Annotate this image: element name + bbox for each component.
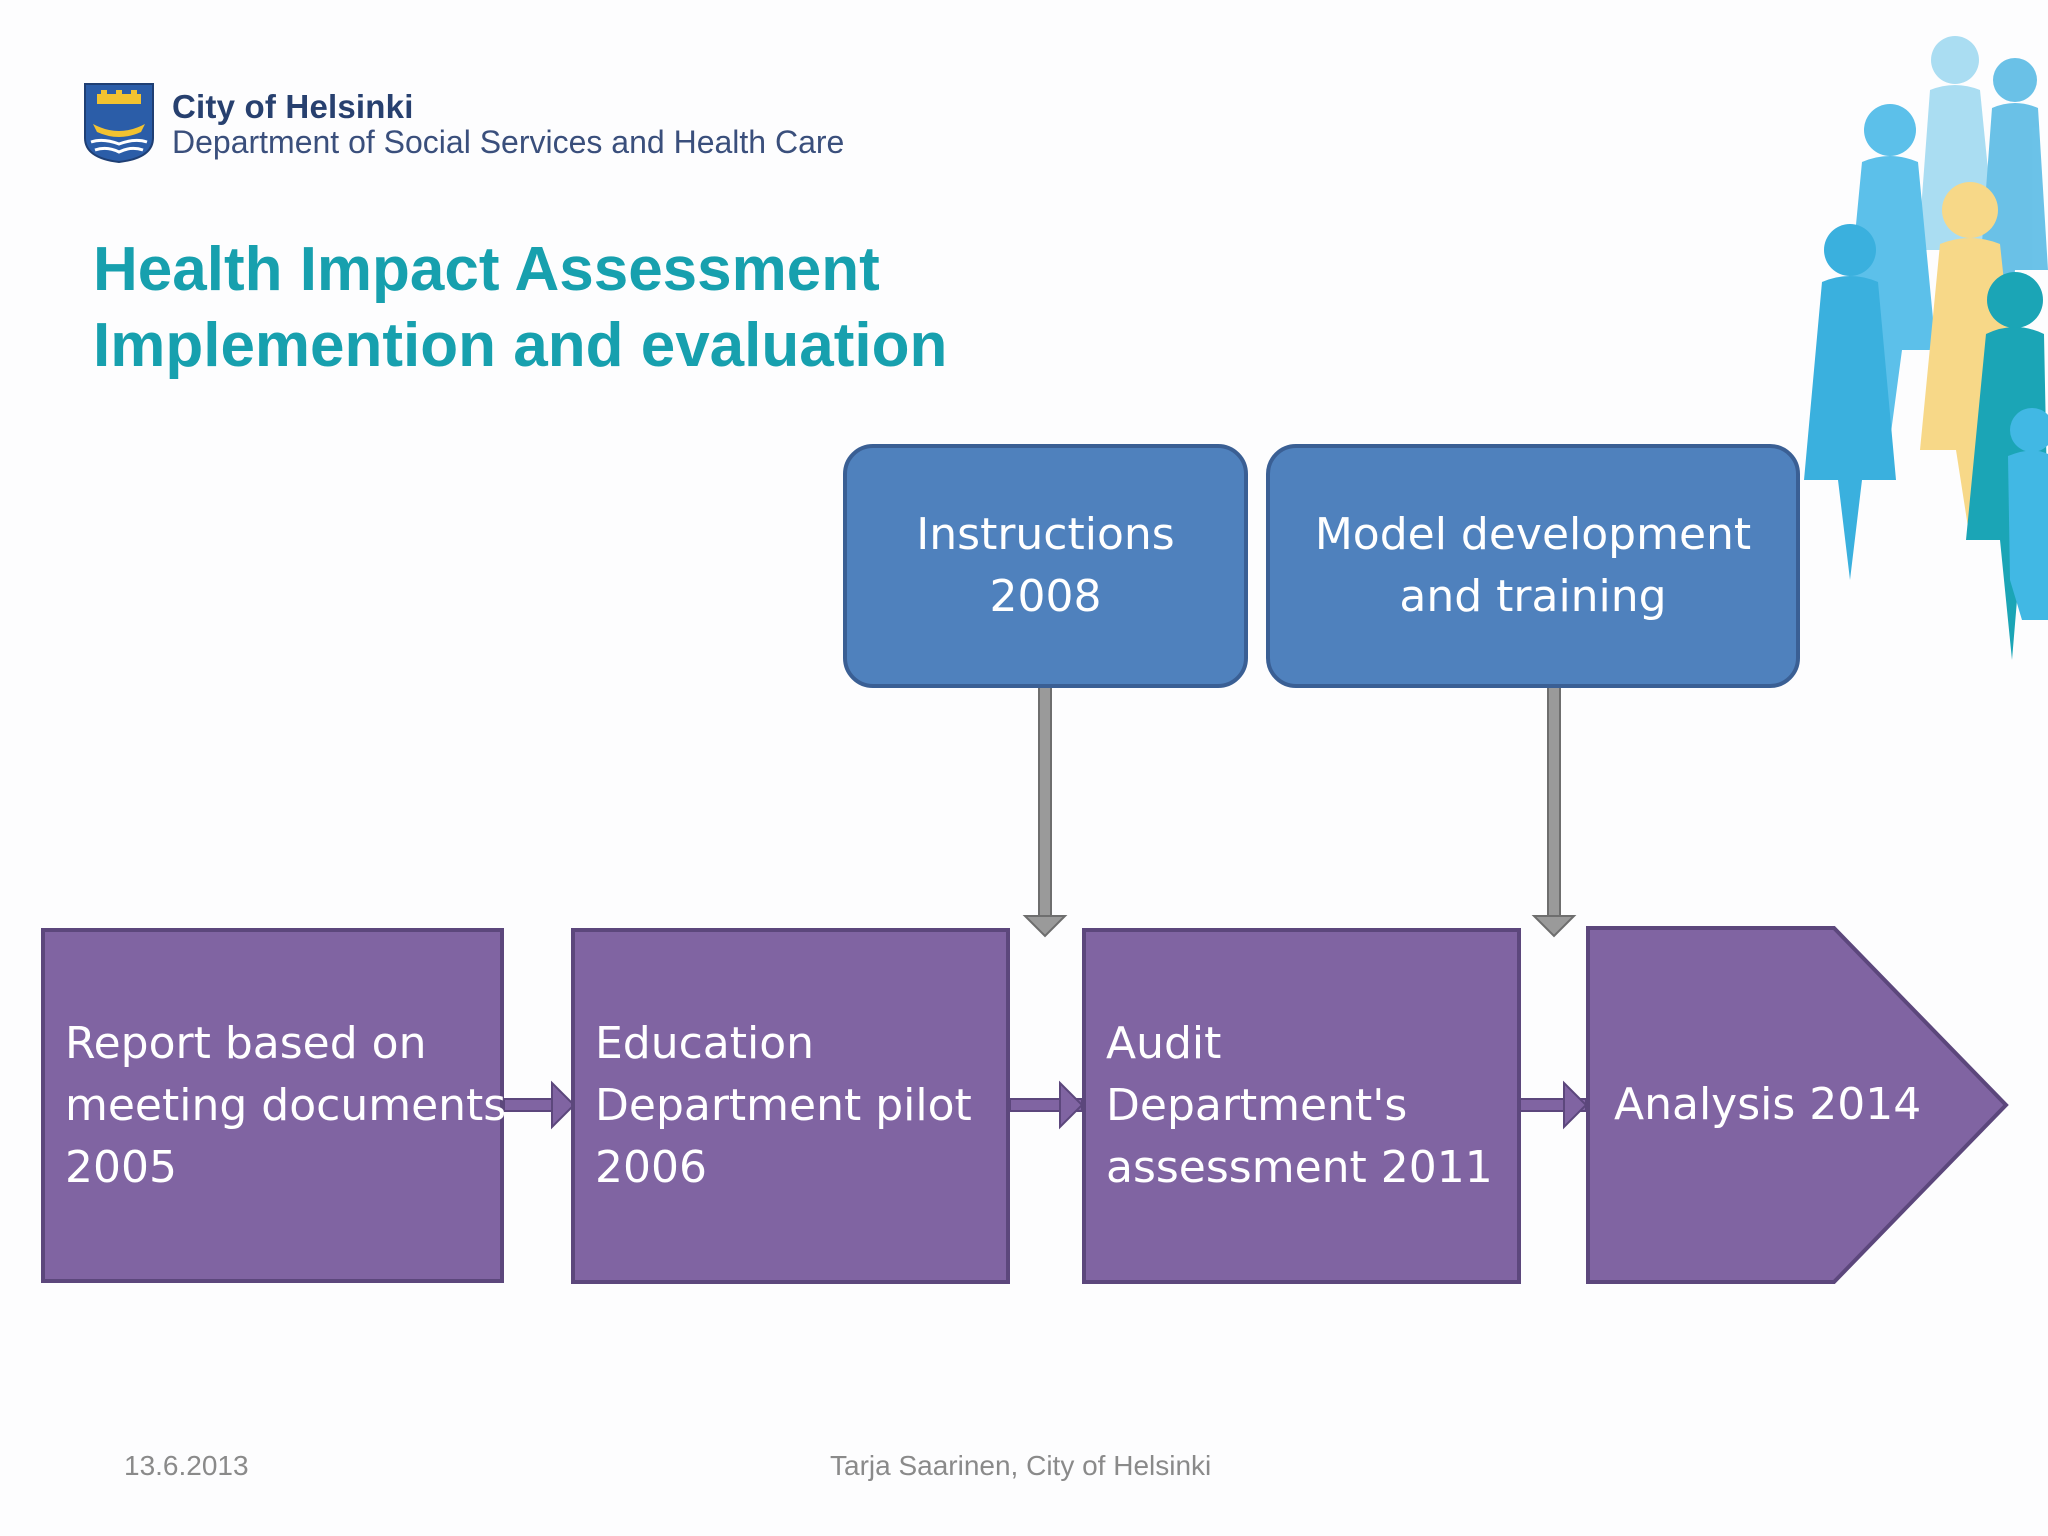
flow-arrow-3 [1519, 1080, 1588, 1130]
input-box-line: and training [1399, 571, 1667, 622]
process-step-line: Department pilot [595, 1080, 972, 1131]
input-box-line: Instructions [916, 509, 1175, 560]
process-step-line: 2005 [65, 1141, 177, 1193]
slide: City of Helsinki Department of Social Se… [0, 0, 2048, 1536]
process-step-education-pilot: Education Department pilot 2006 [571, 928, 1010, 1284]
process-step-report: Report based on meeting documents 2005 [41, 928, 507, 1283]
process-step-line: Education [595, 1018, 815, 1069]
process-step-line: 2006 [595, 1142, 707, 1193]
input-box-instructions: Instructions 2008 [843, 444, 1248, 688]
input-box-line: Model development [1314, 509, 1752, 560]
process-step-audit: Audit Department's assessment 2011 [1082, 928, 1521, 1284]
footer-author: Tarja Saarinen, City of Helsinki [830, 1450, 1212, 1481]
flow-arrow-2 [1009, 1080, 1084, 1130]
process-step-line: assessment 2011 [1106, 1142, 1493, 1193]
footer-date: 13.6.2013 [124, 1450, 249, 1481]
process-step-analysis: Analysis 2014 [1614, 1079, 1922, 1130]
process-step-line: meeting documents [65, 1079, 507, 1131]
connectors [503, 685, 1588, 1130]
process-step-line: Audit [1106, 1018, 1222, 1069]
process-step-line: Report based on [65, 1017, 427, 1069]
input-box-model-development: Model development and training [1266, 444, 1800, 688]
flow-arrow-1 [503, 1080, 576, 1130]
input-arrow-2 [1531, 685, 1577, 938]
input-arrow-1 [1022, 685, 1068, 938]
input-box-line: 2008 [989, 571, 1102, 622]
process-step-line: Department's [1106, 1080, 1408, 1131]
